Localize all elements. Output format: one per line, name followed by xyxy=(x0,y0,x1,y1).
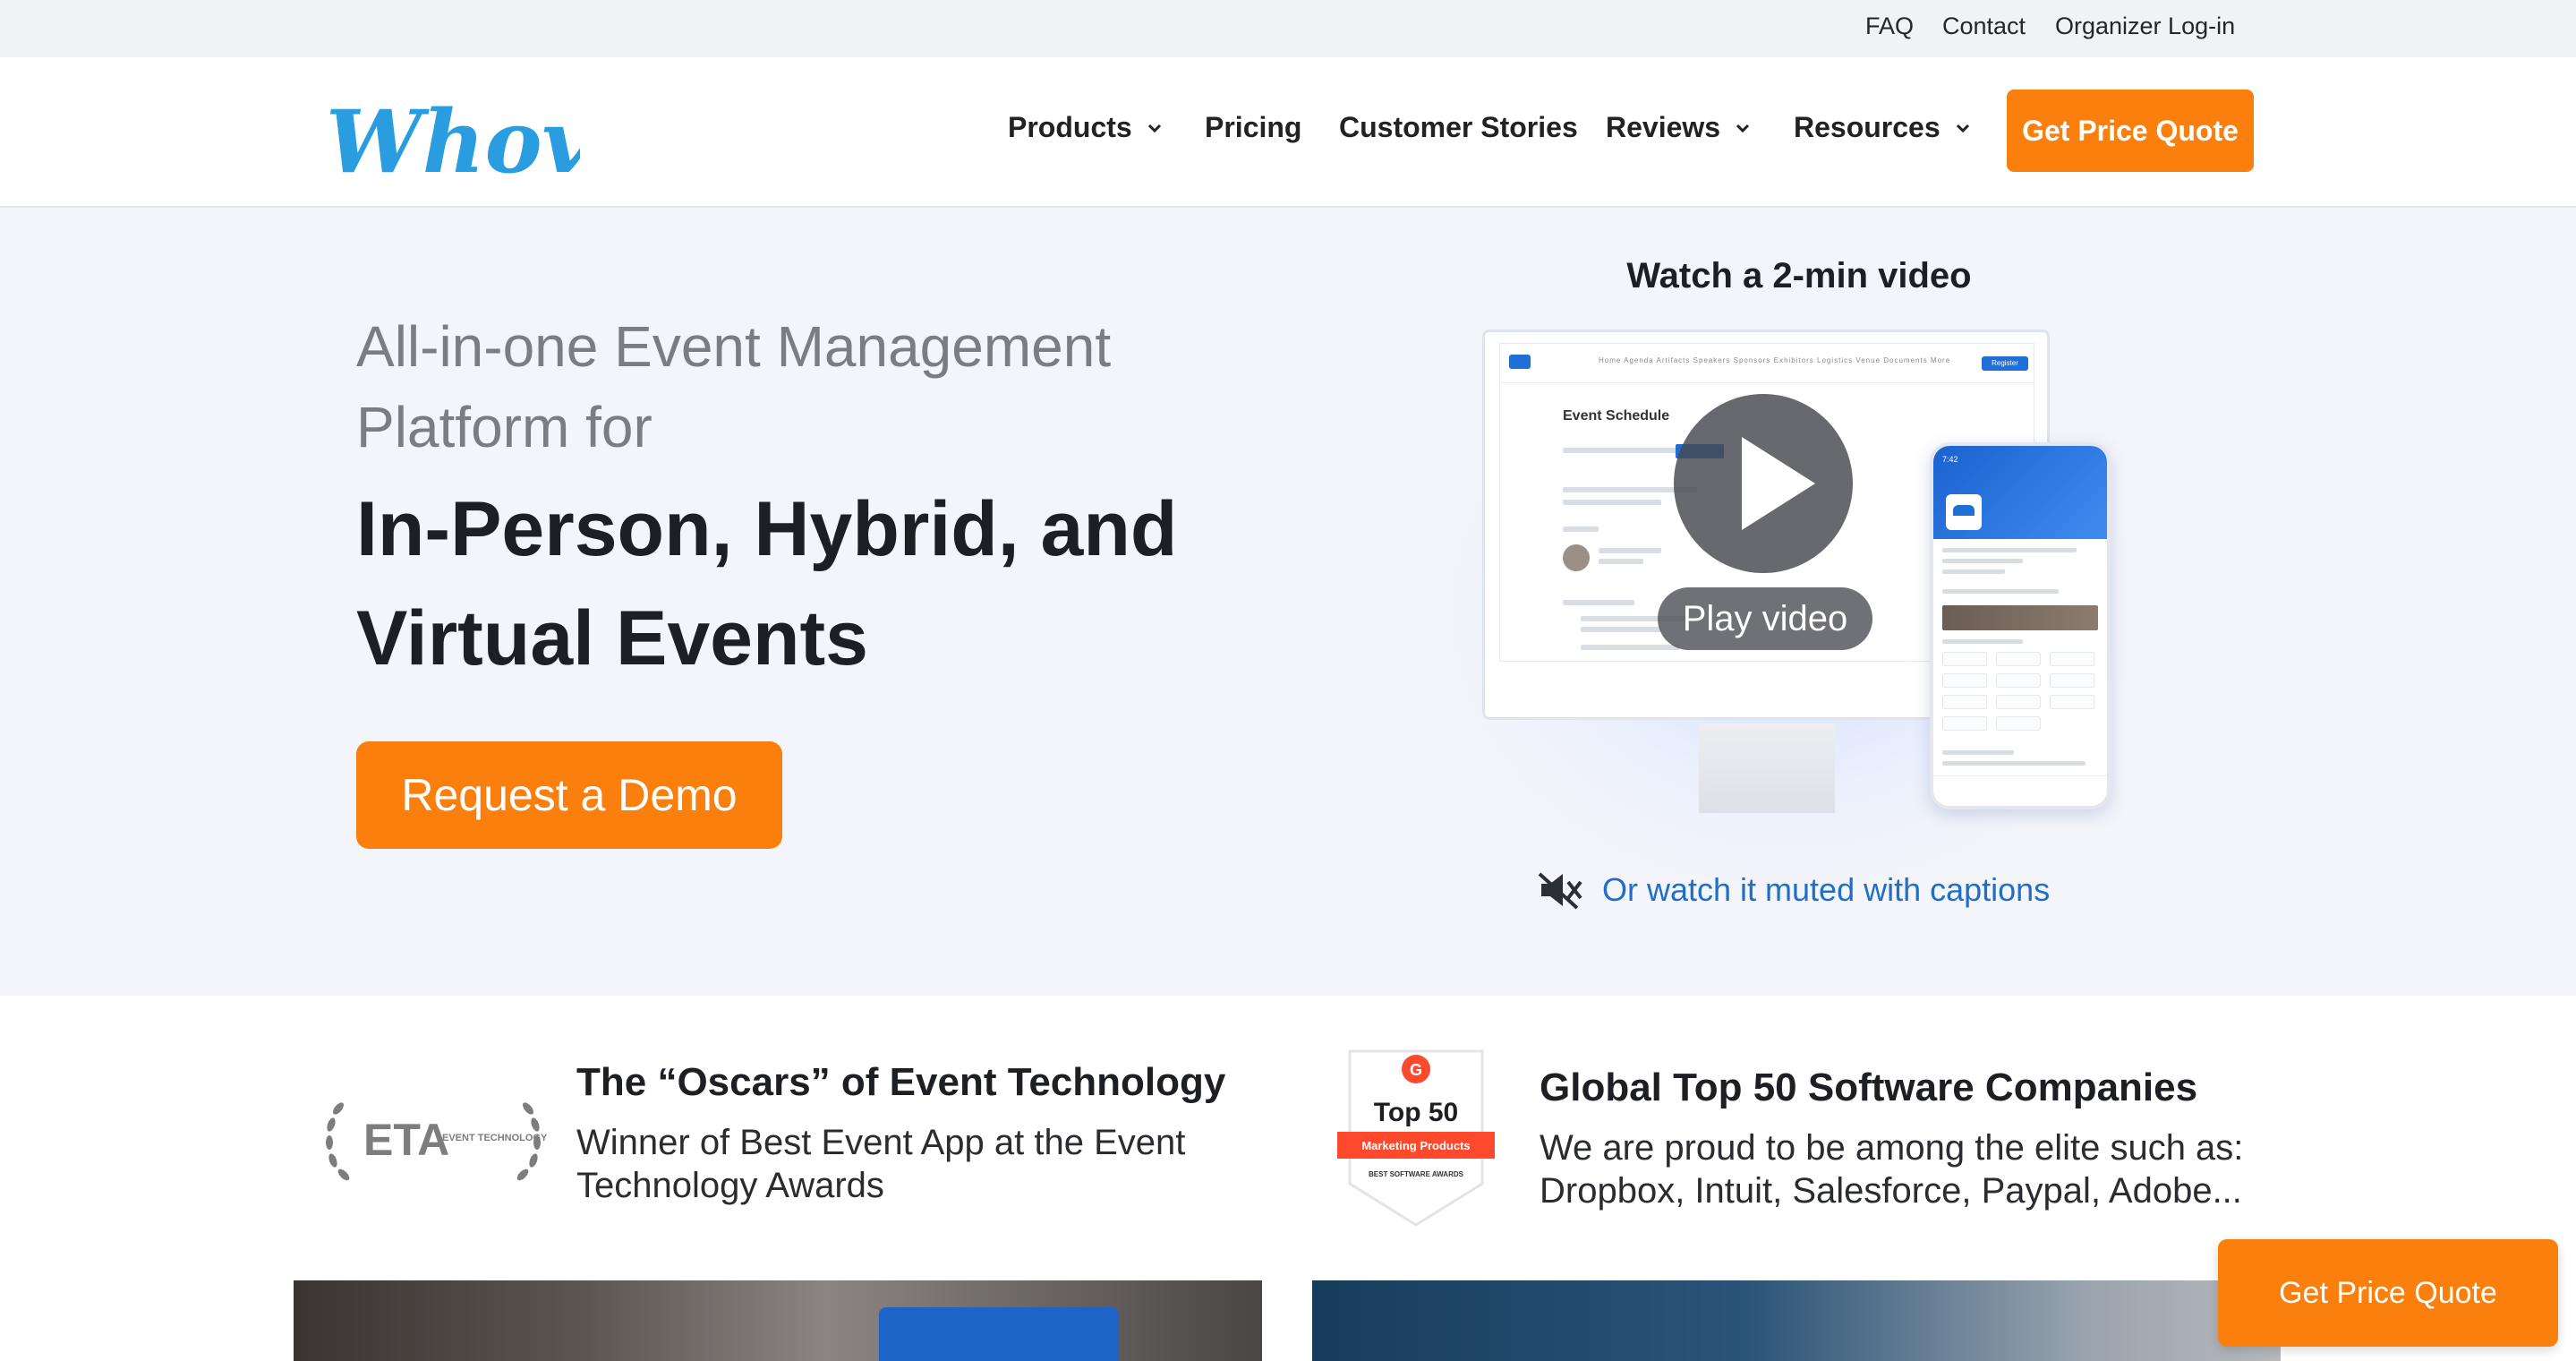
nav-pricing[interactable]: Pricing xyxy=(1205,111,1301,144)
awards-section: ETA EVENT TECHNOLOGY AWARDS The “Oscars”… xyxy=(0,996,2576,1361)
svg-text:EVENT TECHNOLOGY AWARDS: EVENT TECHNOLOGY AWARDS xyxy=(442,1133,550,1143)
nav-resources[interactable]: Resources xyxy=(1794,111,1973,144)
monitor-stand xyxy=(1699,723,1835,813)
svg-text:ETA: ETA xyxy=(363,1115,449,1165)
organizer-login-link[interactable]: Organizer Log-in xyxy=(2055,13,2235,40)
faq-link[interactable]: FAQ xyxy=(1865,13,1914,40)
phone-tab-bar xyxy=(1933,775,2107,806)
hero-section: All-in-one Event Management Platform for… xyxy=(0,208,2576,996)
get-price-quote-button[interactable]: Get Price Quote xyxy=(2007,90,2254,172)
g2-top50-badge: G Top 50 Marketing Products BEST SOFTWAR… xyxy=(1337,1049,1495,1227)
nav-pricing-label: Pricing xyxy=(1205,111,1302,143)
preview-navbar: Home Agenda Artifacts Speakers Sponsors … xyxy=(1500,344,2035,383)
chevron-down-icon xyxy=(1956,124,1969,133)
nav-customer-stories-label: Customer Stories xyxy=(1339,111,1578,143)
event-photo-right xyxy=(1312,1280,2281,1361)
preview-nav-items: Home Agenda Artifacts Speakers Sponsors … xyxy=(1599,356,1951,364)
nav-products[interactable]: Products xyxy=(1008,111,1164,144)
play-icon xyxy=(1742,437,1815,530)
main-navigation: Whova Products Pricing Customer Stories … xyxy=(0,57,2576,208)
preview-heading: Event Schedule xyxy=(1563,408,1670,424)
hero-title: In-Person, Hybrid, and Virtual Events xyxy=(356,486,1178,681)
speaker-muted-icon xyxy=(1538,872,1582,910)
whova-logo[interactable]: Whova xyxy=(320,84,580,201)
svg-text:Marketing Products: Marketing Products xyxy=(1361,1139,1470,1152)
eta-award-text: Winner of Best Event App at the Event Te… xyxy=(576,1123,1186,1205)
phone-event-logo xyxy=(1946,494,1982,530)
g2-award-title: Global Top 50 Software Companies xyxy=(1540,1066,2198,1109)
preview-logo-icon xyxy=(1509,355,1531,369)
chevron-down-icon xyxy=(1147,124,1161,133)
svg-text:Top 50: Top 50 xyxy=(1374,1098,1458,1127)
play-video-label[interactable]: Play video xyxy=(1658,587,1872,650)
svg-text:G: G xyxy=(1410,1061,1422,1079)
phone-screen-in-photo xyxy=(879,1307,1119,1361)
nav-products-label: Products xyxy=(1008,111,1132,143)
request-demo-button[interactable]: Request a Demo xyxy=(356,741,782,849)
eta-awards-logo: ETA EVENT TECHNOLOGY AWARDS xyxy=(326,1102,550,1181)
nav-reviews-label: Reviews xyxy=(1606,111,1721,143)
hero-subtitle: All-in-one Event Management Platform for xyxy=(356,314,1112,459)
svg-text:BEST SOFTWARE AWARDS: BEST SOFTWARE AWARDS xyxy=(1369,1170,1464,1178)
eta-award-title: The “Oscars” of Event Technology xyxy=(576,1060,1226,1104)
event-photo-left xyxy=(294,1280,1262,1361)
floating-price-quote-button[interactable]: Get Price Quote xyxy=(2218,1239,2558,1347)
video-title: Watch a 2-min video xyxy=(1626,256,1972,295)
phone-header: 7:42 xyxy=(1933,446,2107,539)
phone-banner-image xyxy=(1942,605,2098,630)
chevron-down-icon xyxy=(1736,124,1750,133)
nav-reviews[interactable]: Reviews xyxy=(1606,111,1753,144)
svg-text:Whova: Whova xyxy=(326,91,580,193)
preview-register-button: Register xyxy=(1982,356,2028,371)
nav-customer-stories[interactable]: Customer Stories xyxy=(1339,111,1578,144)
contact-link[interactable]: Contact xyxy=(1942,13,2026,40)
nav-resources-label: Resources xyxy=(1794,111,1941,143)
g2-award-text: We are proud to be among the elite such … xyxy=(1540,1128,2244,1211)
phone-time: 7:42 xyxy=(1942,455,1958,464)
utility-bar: FAQ Contact Organizer Log-in xyxy=(0,0,2576,57)
watch-muted-link[interactable]: Or watch it muted with captions xyxy=(1538,870,2050,910)
phone-preview: 7:42 xyxy=(1930,442,2111,809)
watch-muted-label: Or watch it muted with captions xyxy=(1602,871,2051,908)
